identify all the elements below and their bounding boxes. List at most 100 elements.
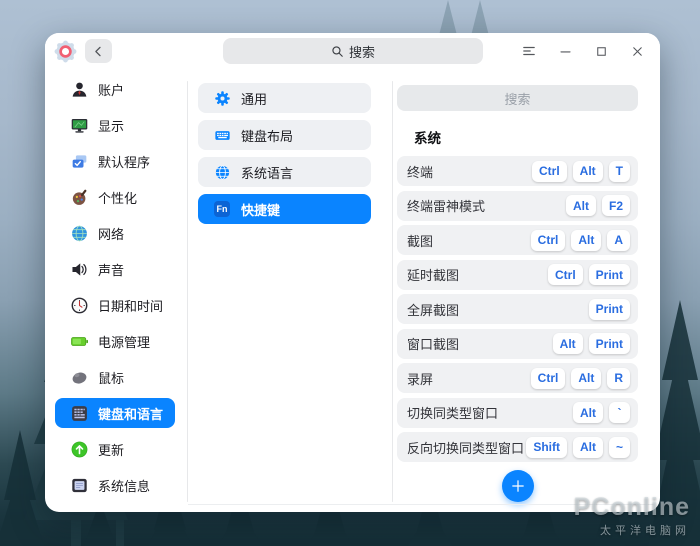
shortcut-row[interactable]: 全屏截图 Print [397, 294, 638, 324]
shortcut-keys: Alt ` [573, 402, 630, 423]
app-logo-icon [53, 39, 78, 64]
account-icon [70, 80, 89, 99]
update-icon [70, 440, 89, 459]
network-icon [70, 224, 89, 243]
nav-item-label: 通用 [241, 91, 268, 107]
shortcut-label: 终端雷神模式 [407, 199, 486, 214]
shortcut-search-button[interactable]: 搜索 [397, 85, 638, 111]
keycap[interactable]: Print [588, 333, 630, 354]
menu-button[interactable] [516, 39, 542, 63]
power-icon [70, 332, 89, 351]
global-search-input[interactable]: 搜索 [222, 38, 483, 64]
window-content: 账户显示默认程序个性化网络声音日期和时间电源管理鼠标键盘和语言更新系统信息 通用… [45, 69, 660, 512]
shortcut-row[interactable]: 窗口截图 Alt Print [397, 328, 638, 359]
keycap[interactable]: Ctrl [530, 367, 566, 389]
shortcut-label: 延时截图 [407, 268, 460, 283]
keycap[interactable]: Ctrl [547, 264, 583, 285]
sidebar-item-network[interactable]: 网络 [55, 218, 175, 248]
watermark-subtitle: 太平洋电脑网 [600, 525, 690, 537]
shortcut-label: 截图 [407, 233, 434, 249]
shortcut-keys: Ctrl Alt T [531, 160, 630, 182]
display-icon [70, 116, 89, 135]
keycap[interactable]: Alt [552, 333, 583, 354]
shortcut-row[interactable]: 切换同类型窗口 Alt ` [397, 397, 638, 428]
sidebar-item-label: 默认程序 [98, 154, 151, 170]
shortcut-row[interactable]: 终端 Ctrl Alt T [397, 156, 638, 186]
shortcut-row[interactable]: 录屏 Ctrl Alt R [397, 363, 638, 393]
keycap[interactable]: Print [588, 264, 630, 285]
keycap[interactable]: Print [588, 298, 630, 320]
shortcut-keys: Alt Print [552, 333, 630, 354]
keycap[interactable]: Alt [571, 367, 602, 389]
sidebar: 账户显示默认程序个性化网络声音日期和时间电源管理鼠标键盘和语言更新系统信息 [45, 69, 187, 512]
sidebar-item-label: 声音 [98, 262, 125, 278]
sidebar-item-label: 电源管理 [98, 334, 151, 350]
sound-icon [70, 260, 89, 279]
shortcut-keys: Ctrl Alt R [530, 367, 630, 389]
nav-item-general[interactable]: 通用 [198, 83, 371, 113]
sidebar-item-mouse[interactable]: 鼠标 [55, 362, 175, 392]
fn-shortcut-icon: Fn [214, 200, 231, 218]
shortcut-row[interactable]: 截图 Ctrl Alt A [397, 225, 638, 255]
keycap[interactable]: Shift [526, 436, 567, 458]
shortcut-label: 录屏 [407, 371, 434, 387]
nav-item-label: 键盘布局 [241, 128, 294, 144]
keycap[interactable]: Ctrl [530, 229, 566, 251]
keyboard-layout-icon [214, 127, 231, 144]
keycap[interactable]: Alt [572, 160, 603, 182]
maximize-button[interactable] [588, 39, 614, 63]
nav-item-keyboard-layout[interactable]: 键盘布局 [198, 120, 371, 150]
sidebar-item-update[interactable]: 更新 [55, 434, 175, 464]
nav-item-fn-shortcut[interactable]: Fn 快捷键 [198, 194, 371, 224]
system-info-icon [70, 476, 89, 495]
sidebar-item-label: 更新 [98, 442, 125, 458]
fn-icon: Fn [214, 200, 230, 217]
personalization-icon [70, 188, 89, 207]
control-center-window: 搜索 账户 显示 默认程序 个性化 网络 声音 日期和时间 电源管理 鼠标 键盘… [45, 33, 660, 512]
keycap[interactable]: T [608, 160, 630, 182]
sidebar-item-power[interactable]: 电源管理 [55, 326, 175, 356]
shortcut-row[interactable]: 终端雷神模式 Alt F2 [397, 190, 638, 221]
shortcut-row[interactable]: 反向切换同类型窗口 Shift Alt ~ [397, 432, 638, 462]
sidebar-item-account[interactable]: 账户 [55, 74, 175, 104]
keycap[interactable]: ` [609, 402, 630, 423]
keycap[interactable]: Alt [565, 195, 596, 216]
shortcut-keys: Alt F2 [565, 195, 630, 216]
keycap[interactable]: Ctrl [531, 160, 567, 182]
sidebar-item-keyboard-language[interactable]: 键盘和语言 [55, 398, 175, 428]
keycap[interactable]: F2 [601, 195, 630, 216]
back-button[interactable] [85, 39, 112, 63]
close-icon [632, 46, 642, 56]
keycap[interactable]: Alt [571, 229, 602, 251]
sidebar-item-display[interactable]: 显示 [55, 110, 175, 140]
shortcut-label: 全屏截图 [407, 302, 460, 318]
hamburger-menu-icon [523, 46, 535, 56]
keycap[interactable]: Alt [572, 436, 603, 458]
keycap[interactable]: ~ [608, 436, 630, 458]
shortcut-label: 反向切换同类型窗口 [407, 440, 525, 456]
sidebar-item-default-apps[interactable]: 默认程序 [55, 146, 175, 176]
keycap[interactable]: R [607, 367, 630, 389]
sidebar-item-label: 显示 [98, 118, 125, 134]
keyboard-language-icon [70, 404, 89, 423]
shortcut-keys: Ctrl Print [547, 264, 630, 285]
close-button[interactable] [624, 39, 650, 63]
sidebar-item-system-info[interactable]: 系统信息 [55, 470, 175, 500]
shortcut-row[interactable]: 延时截图 Ctrl Print [397, 259, 638, 290]
sidebar-item-label: 网络 [98, 226, 125, 242]
shortcut-label: 切换同类型窗口 [407, 406, 499, 421]
sidebar-item-datetime[interactable]: 日期和时间 [55, 290, 175, 320]
watermark-brand: PConline [573, 493, 690, 521]
nav-item-label: 快捷键 [241, 202, 281, 218]
nav-item-system-language[interactable]: 系统语言 [198, 157, 371, 187]
minimize-button[interactable] [552, 39, 578, 63]
keycap[interactable]: A [607, 229, 630, 251]
sidebar-item-personalization[interactable]: 个性化 [55, 182, 175, 212]
keycap[interactable]: Alt [573, 402, 603, 423]
watermark: PConline 太平洋电脑网 [574, 495, 690, 538]
global-search-placeholder: 搜索 [348, 44, 375, 60]
sidebar-item-sound[interactable]: 声音 [55, 254, 175, 284]
add-shortcut-button[interactable] [501, 469, 534, 502]
system-language-icon [214, 164, 231, 181]
search-icon [332, 45, 343, 57]
